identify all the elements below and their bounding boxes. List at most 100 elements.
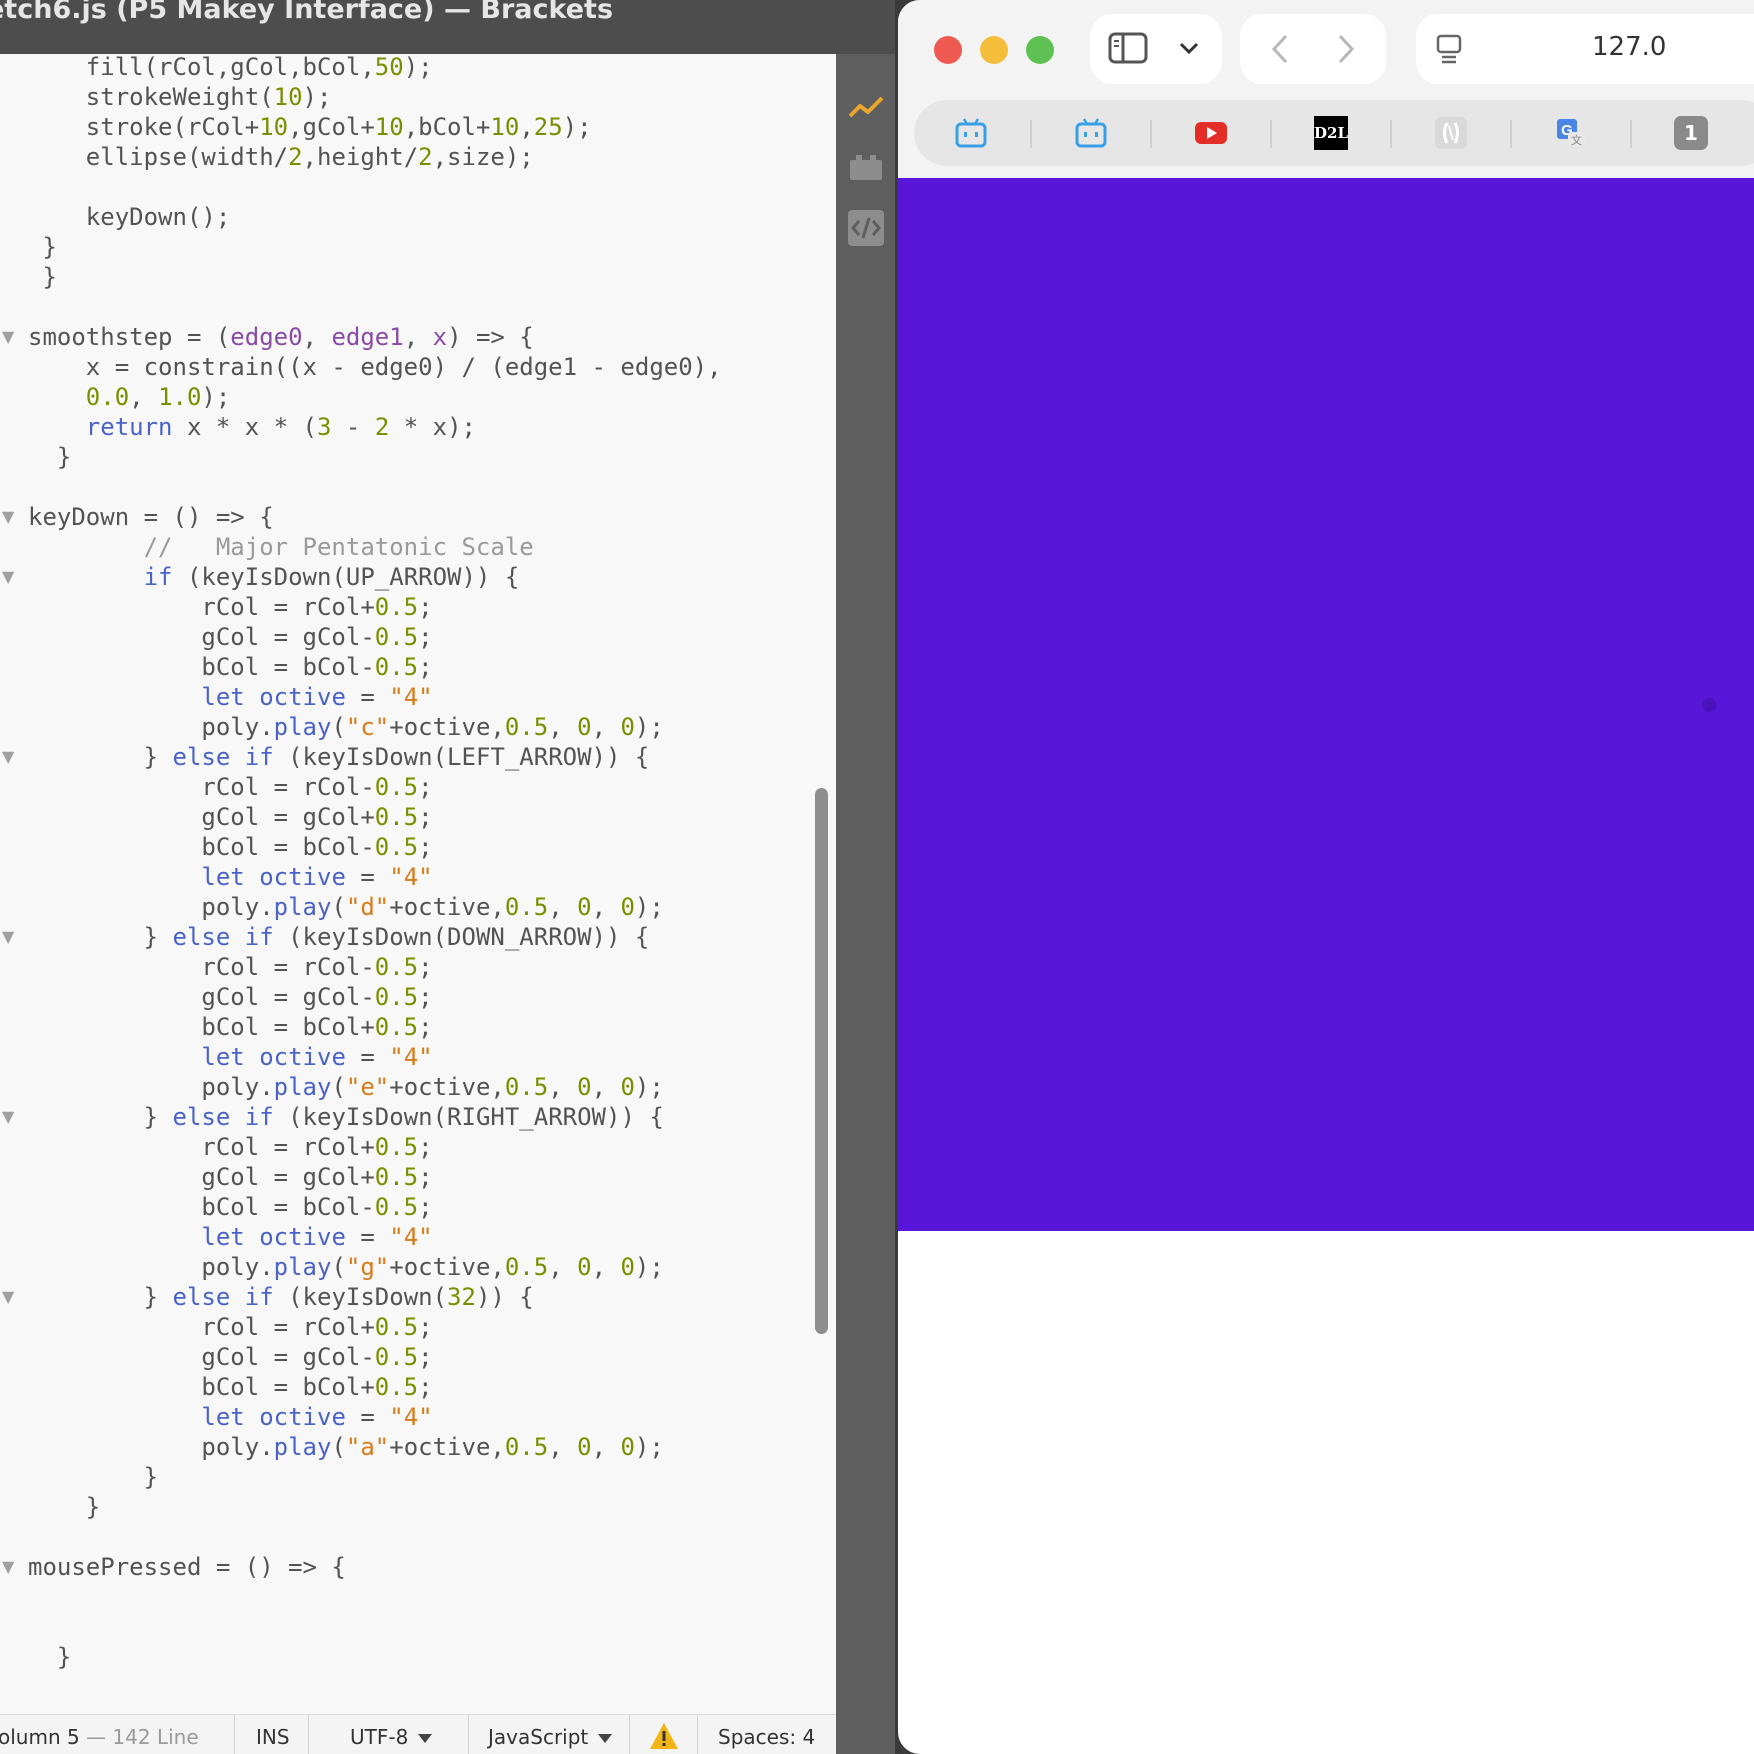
url-text[interactable]: 127.0	[1592, 32, 1666, 62]
code-line[interactable]: let octive = "4"	[28, 862, 722, 892]
address-bar[interactable]: 127.0	[1416, 14, 1754, 84]
code-line[interactable]: gCol = gCol+0.5;	[28, 1162, 722, 1192]
divider	[234, 1715, 235, 1754]
youtube-icon[interactable]	[1194, 116, 1228, 150]
code-line[interactable]	[28, 1612, 722, 1642]
code-line[interactable]: bCol = bCol-0.5;	[28, 1192, 722, 1222]
code-line[interactable]: rCol = rCol-0.5;	[28, 952, 722, 982]
fold-arrow-icon[interactable]: ▼	[2, 927, 18, 946]
minimize-window-button[interactable]	[980, 36, 1008, 64]
code-line[interactable]: bCol = bCol+0.5;	[28, 1372, 722, 1402]
code-line[interactable]: }	[28, 1462, 722, 1492]
code-line[interactable]: gCol = gCol-0.5;	[28, 982, 722, 1012]
navigation-group	[1240, 14, 1386, 84]
code-line[interactable]: }	[28, 1642, 722, 1672]
bilibili-icon[interactable]	[1074, 116, 1108, 150]
fold-arrow-icon[interactable]: ▼	[2, 1107, 18, 1126]
d2l-logo[interactable]: D2L	[1314, 116, 1348, 150]
p5-canvas[interactable]	[898, 178, 1754, 1231]
close-window-button[interactable]	[934, 36, 962, 64]
sidebar-toggle-group	[1090, 14, 1222, 84]
code-line[interactable]: let octive = "4"	[28, 1402, 722, 1432]
code-line[interactable]: smoothstep = (edge0, edge1, x) => {	[28, 322, 722, 352]
code-line[interactable]: poly.play("g"+octive,0.5, 0, 0);	[28, 1252, 722, 1282]
code-line[interactable]: fill(rCol,gCol,bCol,50);	[28, 54, 722, 82]
code-line[interactable]: x = constrain((x - edge0) / (edge1 - edg…	[28, 352, 722, 382]
code-line[interactable]: bCol = bCol-0.5;	[28, 832, 722, 862]
code-line[interactable]: ellipse(width/2,height/2,size);	[28, 142, 722, 172]
divider	[1030, 120, 1032, 148]
code-line[interactable]: mousePressed = () => {	[28, 1552, 722, 1582]
code-line[interactable]: } else if (keyIsDown(RIGHT_ARROW)) {	[28, 1102, 722, 1132]
code-line[interactable]	[28, 472, 722, 502]
code-line[interactable]: }	[28, 1492, 722, 1522]
code-line[interactable]: if (keyIsDown(UP_ARROW)) {	[28, 562, 722, 592]
code-line[interactable]: 0.0, 1.0);	[28, 382, 722, 412]
page-menu-icon[interactable]	[1434, 34, 1464, 64]
code-line[interactable]	[28, 292, 722, 322]
insert-mode[interactable]: INS	[256, 1715, 290, 1754]
code-line[interactable]: stroke(rCol+10,gCol+10,bCol+10,25);	[28, 112, 722, 142]
bilibili-icon[interactable]	[954, 116, 988, 150]
live-preview-icon[interactable]	[848, 90, 884, 126]
bracket-logo-icon[interactable]	[1434, 116, 1468, 150]
code-line[interactable]: gCol = gCol+0.5;	[28, 802, 722, 832]
code-line[interactable]: rCol = rCol+0.5;	[28, 1132, 722, 1162]
code-line[interactable]: let octive = "4"	[28, 682, 722, 712]
code-line[interactable]	[28, 1582, 722, 1612]
code-line[interactable]: bCol = bCol-0.5;	[28, 652, 722, 682]
number-badge-icon[interactable]: 1	[1674, 116, 1708, 150]
code-tag-icon[interactable]	[848, 210, 884, 246]
cursor-position[interactable]: olumn 5 — 142 Line	[0, 1715, 199, 1754]
code-area[interactable]: fill(rCol,gCol,bCol,50); strokeWeight(10…	[28, 54, 722, 1672]
code-line[interactable]: poly.play("e"+octive,0.5, 0, 0);	[28, 1072, 722, 1102]
code-line[interactable]: rCol = rCol-0.5;	[28, 772, 722, 802]
code-line[interactable]: }	[28, 262, 722, 292]
fold-arrow-icon[interactable]: ▼	[2, 1557, 18, 1576]
code-line[interactable]: gCol = gCol-0.5;	[28, 1342, 722, 1372]
language-select[interactable]: JavaScript	[488, 1715, 613, 1754]
code-line[interactable]: }	[28, 232, 722, 262]
code-line[interactable]: let octive = "4"	[28, 1222, 722, 1252]
code-line[interactable]: rCol = rCol+0.5;	[28, 592, 722, 622]
warning-triangle-icon[interactable]	[649, 1722, 679, 1750]
divider	[468, 1715, 469, 1754]
code-line[interactable]: poly.play("c"+octive,0.5, 0, 0);	[28, 712, 722, 742]
code-line[interactable]: poly.play("a"+octive,0.5, 0, 0);	[28, 1432, 722, 1462]
google-translate-icon[interactable]: G 文	[1554, 116, 1588, 150]
code-line[interactable]: } else if (keyIsDown(DOWN_ARROW)) {	[28, 922, 722, 952]
editor-scrollbar[interactable]	[815, 788, 828, 1334]
chevron-down-icon[interactable]	[1178, 40, 1200, 56]
fold-arrow-icon[interactable]: ▼	[2, 1287, 18, 1306]
code-editor[interactable]: ▼ ▼ ▼ ▼ ▼ ▼ ▼ ▼ fill(rCol,gCol,bCol,50); stroke…	[0, 54, 836, 1714]
code-line[interactable]: bCol = bCol+0.5;	[28, 1012, 722, 1042]
code-line[interactable]: rCol = rCol+0.5;	[28, 1312, 722, 1342]
code-line[interactable]	[28, 1522, 722, 1552]
encoding-label: UTF-8	[350, 1725, 409, 1749]
zoom-window-button[interactable]	[1026, 36, 1054, 64]
code-line[interactable]: let octive = "4"	[28, 1042, 722, 1072]
title-bar: etch6.js (P5 Makey Interface) — Brackets	[0, 0, 895, 54]
sidebar-icon[interactable]	[1108, 32, 1148, 64]
code-line[interactable]: // Major Pentatonic Scale	[28, 532, 722, 562]
encoding-select[interactable]: UTF-8	[350, 1715, 433, 1754]
fold-arrow-icon[interactable]: ▼	[2, 507, 18, 526]
code-line[interactable]	[28, 172, 722, 202]
code-line[interactable]: }	[28, 442, 722, 472]
fold-arrow-icon[interactable]: ▼	[2, 567, 18, 586]
forward-icon[interactable]	[1334, 32, 1358, 66]
code-line[interactable]: } else if (keyIsDown(LEFT_ARROW)) {	[28, 742, 722, 772]
code-line[interactable]: gCol = gCol-0.5;	[28, 622, 722, 652]
extension-manager-icon[interactable]	[848, 150, 884, 186]
indent-setting[interactable]: Spaces: 4	[718, 1715, 815, 1754]
fold-arrow-icon[interactable]: ▼	[2, 747, 18, 766]
code-line[interactable]: } else if (keyIsDown(32)) {	[28, 1282, 722, 1312]
back-icon[interactable]	[1268, 32, 1292, 66]
code-line[interactable]: return x * x * (3 - 2 * x);	[28, 412, 722, 442]
code-line[interactable]: keyDown = () => {	[28, 502, 722, 532]
code-line[interactable]: keyDown();	[28, 202, 722, 232]
fold-arrow-icon[interactable]: ▼	[2, 327, 18, 346]
code-line[interactable]: strokeWeight(10);	[28, 82, 722, 112]
code-line[interactable]: poly.play("d"+octive,0.5, 0, 0);	[28, 892, 722, 922]
divider	[1390, 120, 1392, 148]
